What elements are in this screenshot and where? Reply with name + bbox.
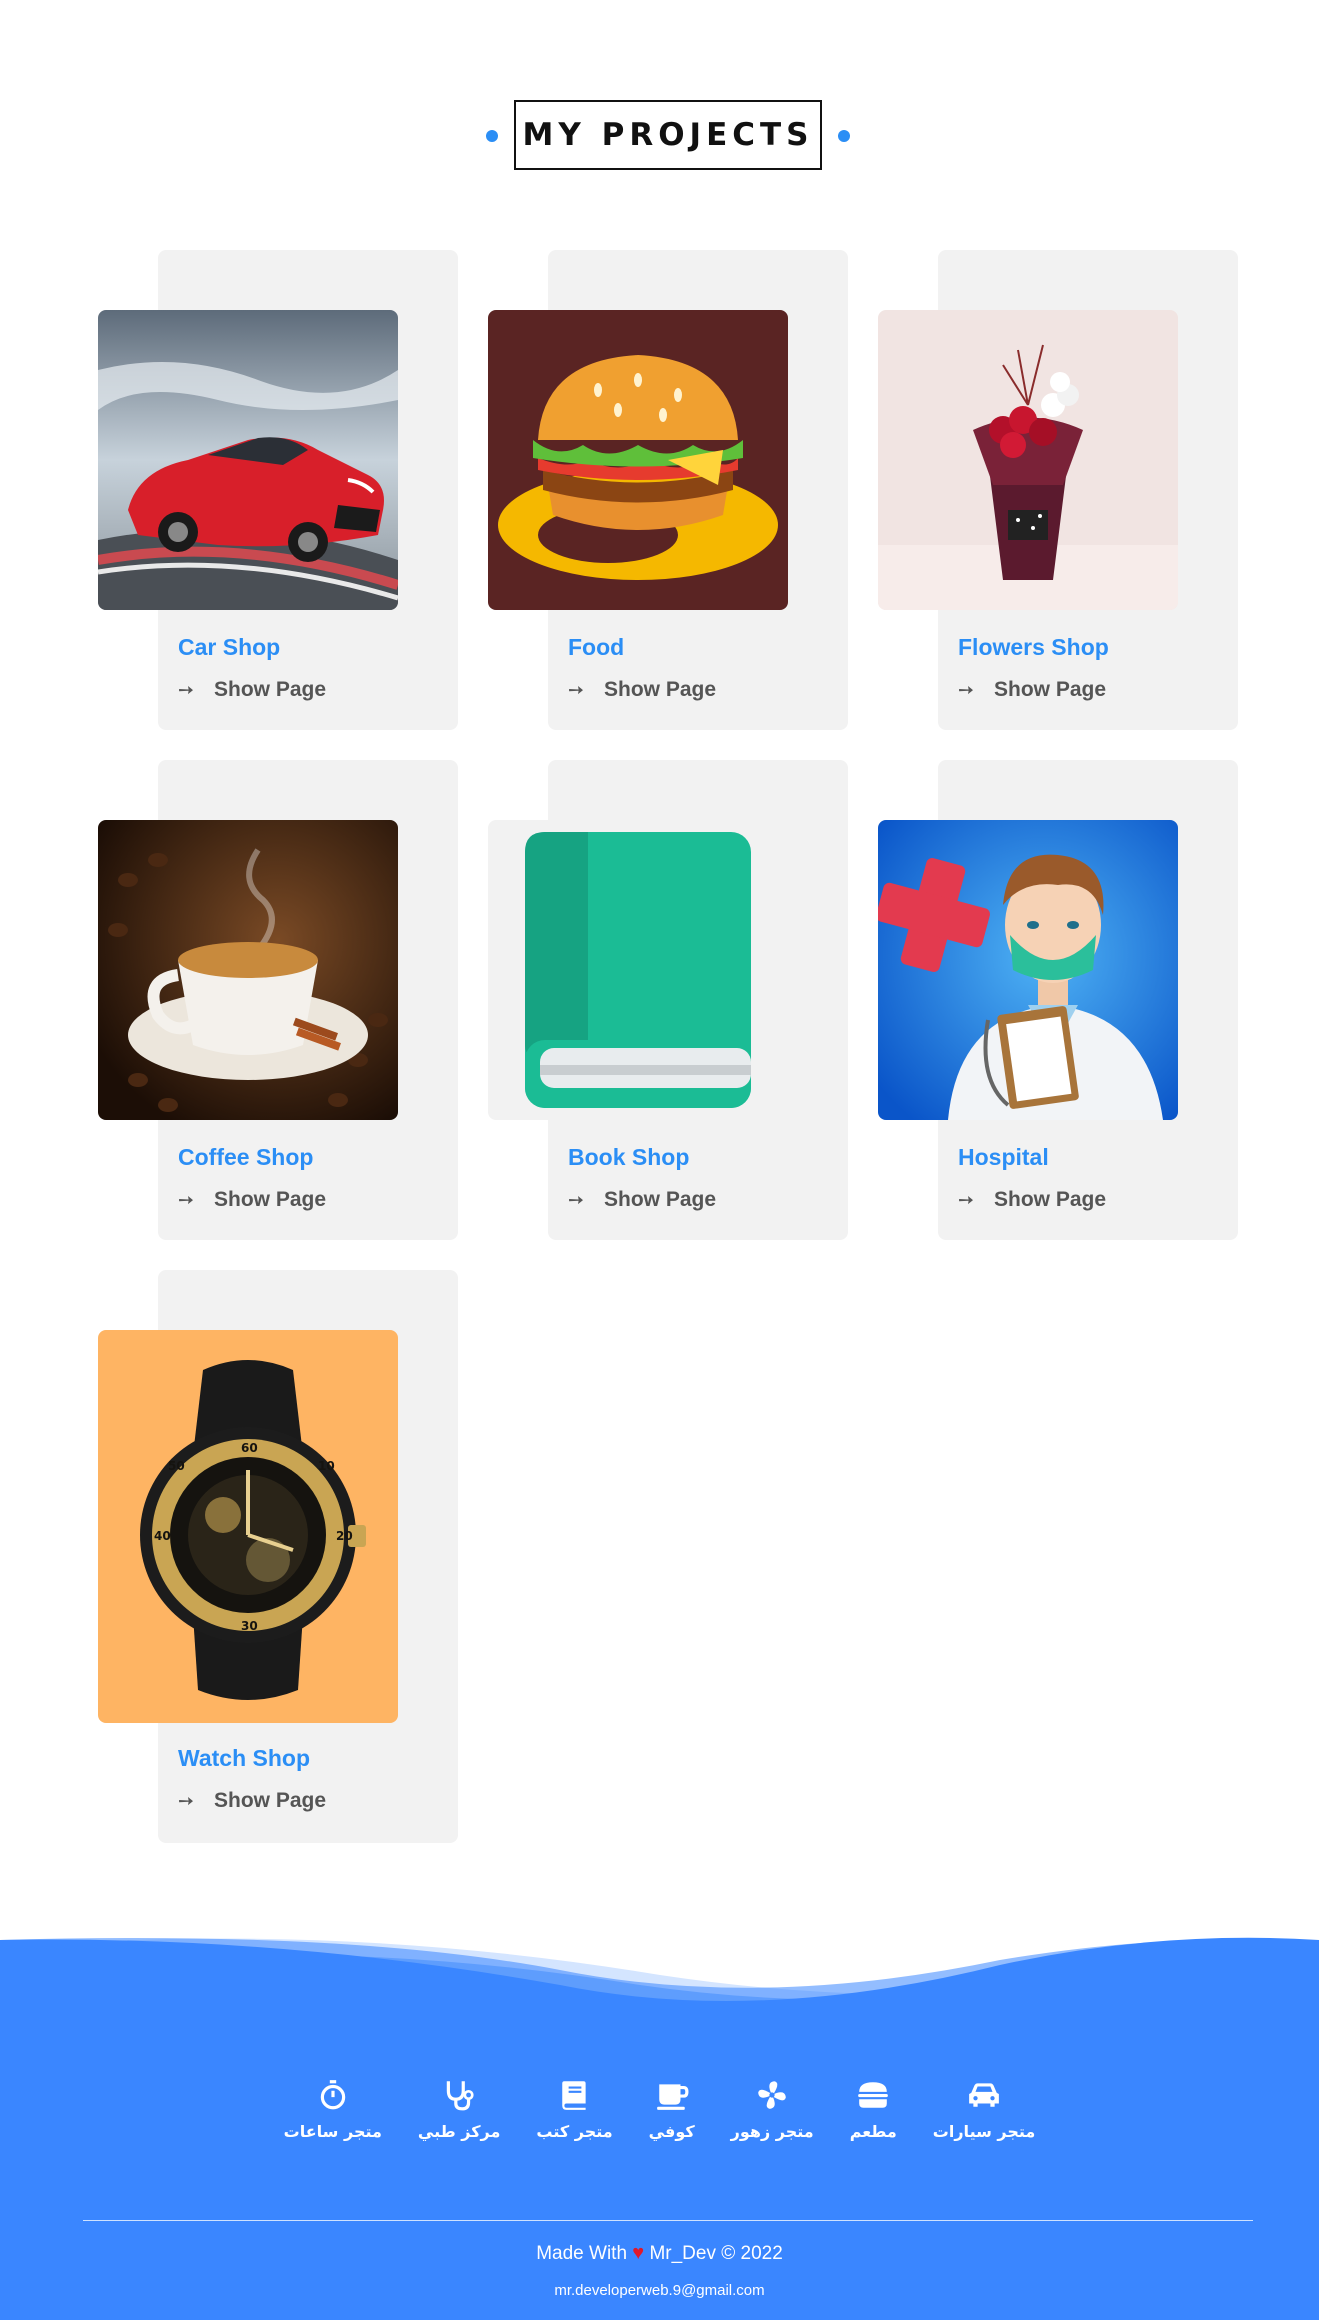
footer: متجر ساعات مركز طبي متجر كتب كوفي متجر ز… xyxy=(0,1930,1319,2320)
footer-nav-item-watch-shop[interactable]: متجر ساعات xyxy=(284,2078,382,2141)
heart-icon: ♥ xyxy=(632,2242,645,2264)
show-page-label: Show Page xyxy=(214,1789,327,1812)
show-page-label: Show Page xyxy=(214,678,327,701)
show-page-link[interactable]: ➙ Show Page xyxy=(568,1188,716,1212)
show-page-label: Show Page xyxy=(604,678,717,701)
section-heading: MY PROJECTS xyxy=(0,100,1319,170)
show-page-link[interactable]: ➙ Show Page xyxy=(958,1188,1106,1212)
show-page-label: Show Page xyxy=(214,1188,327,1211)
project-card-coffee-shop: Coffee Shop ➙ Show Page xyxy=(98,760,458,1240)
show-page-link[interactable]: ➙ Show Page xyxy=(178,1789,326,1813)
footer-nav-label: متجر سيارات xyxy=(932,2122,1036,2141)
heading-dot-right xyxy=(838,130,850,142)
footer-nav-item-coffee[interactable]: كوفي xyxy=(649,2078,695,2141)
book-icon xyxy=(561,2081,586,2110)
project-title: Hospital xyxy=(958,1144,1049,1170)
footer-nav-item-restaurant[interactable]: مطعم xyxy=(850,2078,897,2141)
section-title: MY PROJECTS xyxy=(522,117,814,153)
footer-credit: Made With ♥ Mr_Dev © 2022 xyxy=(0,2242,1319,2265)
show-page-label: Show Page xyxy=(604,1188,717,1211)
footer-nav-label: متجر كتب xyxy=(536,2122,613,2141)
svg-text:50: 50 xyxy=(168,1459,185,1473)
coffee-image xyxy=(98,820,398,1120)
stethoscope-icon xyxy=(446,2081,474,2111)
watch-image: 60 10 20 30 40 50 xyxy=(98,1330,398,1723)
car-image xyxy=(98,310,398,610)
arrow-right-icon: ➙ xyxy=(568,679,584,701)
show-page-link[interactable]: ➙ Show Page xyxy=(958,678,1106,702)
footer-nav: متجر ساعات مركز طبي متجر كتب كوفي متجر ز… xyxy=(0,2078,1319,2141)
author-copyright: Mr_Dev © 2022 xyxy=(649,2243,783,2264)
burger-icon xyxy=(858,2082,889,2108)
footer-nav-item-flowers-shop[interactable]: متجر زهور xyxy=(731,2078,814,2141)
book-image xyxy=(488,820,788,1120)
footer-nav-label: متجر ساعات xyxy=(283,2122,382,2141)
project-title: Coffee Shop xyxy=(178,1144,314,1170)
svg-text:60: 60 xyxy=(241,1441,258,1455)
stopwatch-icon xyxy=(320,2080,345,2110)
project-title: Flowers Shop xyxy=(958,634,1109,660)
project-card-flowers-shop: Flowers Shop ➙ Show Page xyxy=(878,250,1238,730)
footer-nav-item-book-shop[interactable]: متجر كتب xyxy=(536,2078,613,2141)
mug-icon xyxy=(656,2084,689,2110)
arrow-right-icon: ➙ xyxy=(178,1790,194,1812)
footer-divider xyxy=(83,2220,1253,2221)
arrow-right-icon: ➙ xyxy=(958,679,974,701)
arrow-right-icon: ➙ xyxy=(568,1189,584,1211)
footer-nav-label: مطعم xyxy=(849,2122,897,2141)
footer-nav-item-medical-center[interactable]: مركز طبي xyxy=(418,2078,500,2141)
footer-nav-label: كوفي xyxy=(648,2122,695,2141)
made-with-text: Made With xyxy=(536,2243,628,2264)
arrow-right-icon: ➙ xyxy=(178,1189,194,1211)
project-card-car-shop: Car Shop ➙ Show Page xyxy=(98,250,458,730)
footer-nav-label: مركز طبي xyxy=(417,2122,501,2141)
project-card-watch-shop: 60 10 20 30 40 50 Watch Shop ➙ Show Page xyxy=(98,1270,458,1843)
show-page-link[interactable]: ➙ Show Page xyxy=(568,678,716,702)
project-title: Book Shop xyxy=(568,1144,690,1170)
project-title: Watch Shop xyxy=(178,1745,311,1771)
show-page-label: Show Page xyxy=(994,678,1107,701)
fan-icon xyxy=(758,2081,786,2109)
show-page-label: Show Page xyxy=(994,1188,1107,1211)
project-title: Car Shop xyxy=(178,634,281,660)
show-page-link[interactable]: ➙ Show Page xyxy=(178,678,326,702)
svg-text:30: 30 xyxy=(241,1619,258,1633)
flowers-image xyxy=(878,310,1178,610)
svg-text:40: 40 xyxy=(154,1529,171,1543)
footer-email[interactable]: mr.developerweb.9@gmail.com xyxy=(0,2282,1319,2299)
project-card-food: Food ➙ Show Page xyxy=(488,250,848,730)
arrow-right-icon: ➙ xyxy=(178,679,194,701)
heading-box: MY PROJECTS xyxy=(514,100,822,170)
svg-text:20: 20 xyxy=(336,1529,353,1543)
doctor-image xyxy=(878,820,1178,1120)
heading-dot-left xyxy=(486,130,498,142)
svg-text:10: 10 xyxy=(318,1459,335,1473)
project-card-hospital: Hospital ➙ Show Page xyxy=(878,760,1238,1240)
car-icon xyxy=(969,2083,999,2107)
footer-nav-label: متجر زهور xyxy=(730,2122,814,2141)
project-card-book-shop: Book Shop ➙ Show Page xyxy=(488,760,848,1240)
footer-nav-item-car-shop[interactable]: متجر سيارات xyxy=(932,2078,1036,2141)
project-title: Food xyxy=(568,634,625,660)
burger-image xyxy=(488,310,788,610)
arrow-right-icon: ➙ xyxy=(958,1189,974,1211)
show-page-link[interactable]: ➙ Show Page xyxy=(178,1188,326,1212)
